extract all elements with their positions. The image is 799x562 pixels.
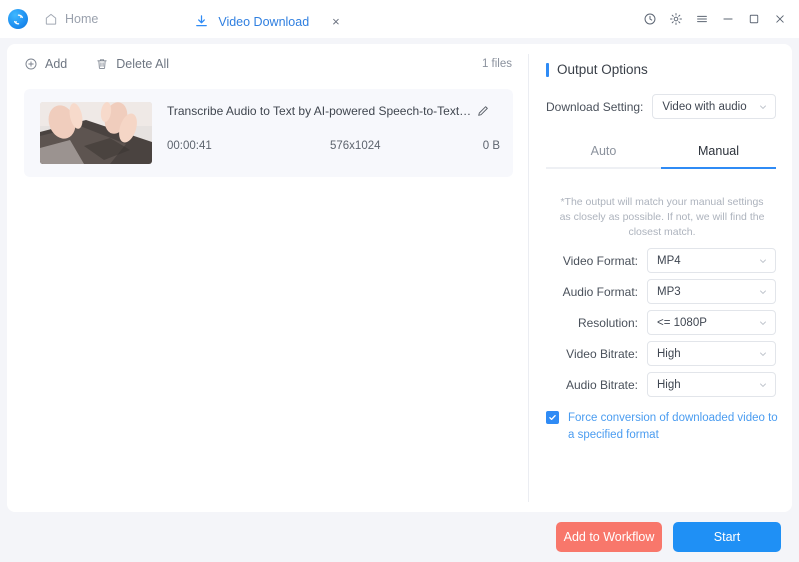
video-format-label: Video Format: bbox=[562, 253, 638, 268]
audio-format-select[interactable]: MP3 bbox=[647, 279, 776, 304]
accent-bar bbox=[546, 62, 549, 77]
delete-all-label: Delete All bbox=[116, 57, 170, 71]
tab-strip: Video Download × bbox=[178, 0, 354, 38]
force-conversion-label: Force conversion of downloaded video to … bbox=[568, 412, 778, 441]
title-bar: Home Video Download × bbox=[0, 0, 799, 38]
chevron-down-icon bbox=[760, 259, 766, 263]
menu-icon[interactable] bbox=[689, 4, 715, 34]
file-thumbnail bbox=[40, 102, 152, 164]
chevron-down-icon bbox=[760, 352, 766, 356]
chevron-down-icon bbox=[760, 105, 766, 109]
tab-auto-label: Auto bbox=[590, 143, 617, 158]
tab-manual[interactable]: Manual bbox=[661, 134, 776, 167]
resolution-select[interactable]: <= 1080P bbox=[647, 310, 776, 335]
download-setting-row: Download Setting: Video with audio bbox=[546, 94, 776, 119]
download-setting-label: Download Setting: bbox=[546, 99, 644, 114]
main-panel: Add Delete All 1 files Transcribe Audio … bbox=[7, 44, 792, 512]
output-options-panel: Output Options Download Setting: Video w… bbox=[529, 44, 792, 512]
app-logo bbox=[8, 9, 28, 29]
logo-swirl-icon bbox=[13, 13, 23, 25]
file-duration: 00:00:41 bbox=[167, 140, 212, 152]
start-button[interactable]: Start bbox=[673, 522, 781, 552]
file-resolution: 576x1024 bbox=[330, 140, 381, 152]
plus-circle-icon bbox=[25, 58, 37, 70]
tab-video-download[interactable]: Video Download × bbox=[178, 5, 354, 38]
minimize-button[interactable] bbox=[715, 4, 741, 34]
resolution-label: Resolution: bbox=[577, 315, 638, 330]
tab-auto[interactable]: Auto bbox=[546, 134, 661, 167]
section-title-label: Output Options bbox=[557, 62, 648, 77]
thumbnail-image bbox=[40, 102, 152, 164]
file-list-panel: Add Delete All 1 files Transcribe Audio … bbox=[7, 44, 528, 512]
video-format-value: MP4 bbox=[657, 254, 681, 267]
mode-tabs-underline bbox=[546, 167, 776, 169]
force-conversion-checkbox[interactable] bbox=[546, 411, 559, 424]
download-setting-select[interactable]: Video with audio bbox=[652, 94, 776, 119]
mode-tabs-active-indicator bbox=[661, 167, 776, 169]
video-bitrate-label: Video Bitrate: bbox=[566, 346, 638, 361]
tab-manual-label: Manual bbox=[698, 143, 739, 158]
force-conversion-row[interactable]: Force conversion of downloaded video to … bbox=[546, 410, 784, 443]
footer-actions: Add to Workflow Start bbox=[0, 512, 799, 562]
app-window: Home Video Download × Add Delete All 1 f… bbox=[0, 0, 799, 562]
tab-close-icon[interactable]: × bbox=[332, 15, 340, 28]
add-to-workflow-button[interactable]: Add to Workflow bbox=[556, 522, 662, 552]
history-icon[interactable] bbox=[637, 4, 663, 34]
check-icon bbox=[549, 414, 556, 421]
file-title-row: Transcribe Audio to Text by AI-powered S… bbox=[167, 104, 500, 118]
pencil-icon[interactable] bbox=[476, 104, 490, 118]
audio-format-label: Audio Format: bbox=[562, 284, 638, 299]
download-icon bbox=[196, 15, 208, 27]
home-button[interactable]: Home bbox=[28, 0, 112, 38]
trash-icon bbox=[97, 59, 107, 69]
file-list-item[interactable]: Transcribe Audio to Text by AI-powered S… bbox=[24, 89, 513, 177]
mode-tabs: Auto Manual bbox=[546, 134, 776, 168]
gear-icon[interactable] bbox=[663, 4, 689, 34]
home-label: Home bbox=[65, 12, 99, 26]
file-count: 1 files bbox=[481, 58, 512, 70]
chevron-down-icon bbox=[760, 290, 766, 294]
audio-format-value: MP3 bbox=[657, 285, 681, 298]
home-icon bbox=[45, 13, 57, 25]
chevron-down-icon bbox=[760, 321, 766, 325]
manual-note: *The output will match your manual setti… bbox=[559, 196, 765, 239]
file-toolbar: Add Delete All 1 files bbox=[7, 44, 528, 84]
maximize-button[interactable] bbox=[741, 4, 767, 34]
resolution-value: <= 1080P bbox=[657, 316, 707, 329]
add-label: Add bbox=[45, 57, 68, 71]
add-button[interactable]: Add bbox=[24, 57, 67, 71]
file-size: 0 B bbox=[482, 140, 500, 152]
video-format-select[interactable]: MP4 bbox=[647, 248, 776, 273]
audio-bitrate-select[interactable]: High bbox=[647, 372, 776, 397]
video-bitrate-select[interactable]: High bbox=[647, 341, 776, 366]
resolution-row: Resolution: <= 1080P bbox=[546, 310, 776, 335]
video-bitrate-value: High bbox=[657, 347, 681, 360]
chevron-down-icon bbox=[760, 383, 766, 387]
audio-bitrate-row: Audio Bitrate: High bbox=[546, 372, 776, 397]
title-bar-left: Home bbox=[0, 0, 112, 38]
delete-all-button[interactable]: Delete All bbox=[95, 57, 169, 71]
tab-label: Video Download bbox=[218, 14, 310, 29]
download-setting-value: Video with audio bbox=[662, 100, 747, 113]
window-controls bbox=[637, 0, 793, 38]
video-bitrate-row: Video Bitrate: High bbox=[546, 341, 776, 366]
audio-format-row: Audio Format: MP3 bbox=[546, 279, 776, 304]
audio-bitrate-label: Audio Bitrate: bbox=[565, 377, 638, 392]
file-title: Transcribe Audio to Text by AI-powered S… bbox=[167, 104, 472, 118]
video-format-row: Video Format: MP4 bbox=[546, 248, 776, 273]
audio-bitrate-value: High bbox=[657, 378, 681, 391]
output-options-title: Output Options bbox=[546, 62, 648, 77]
close-button[interactable] bbox=[767, 4, 793, 34]
